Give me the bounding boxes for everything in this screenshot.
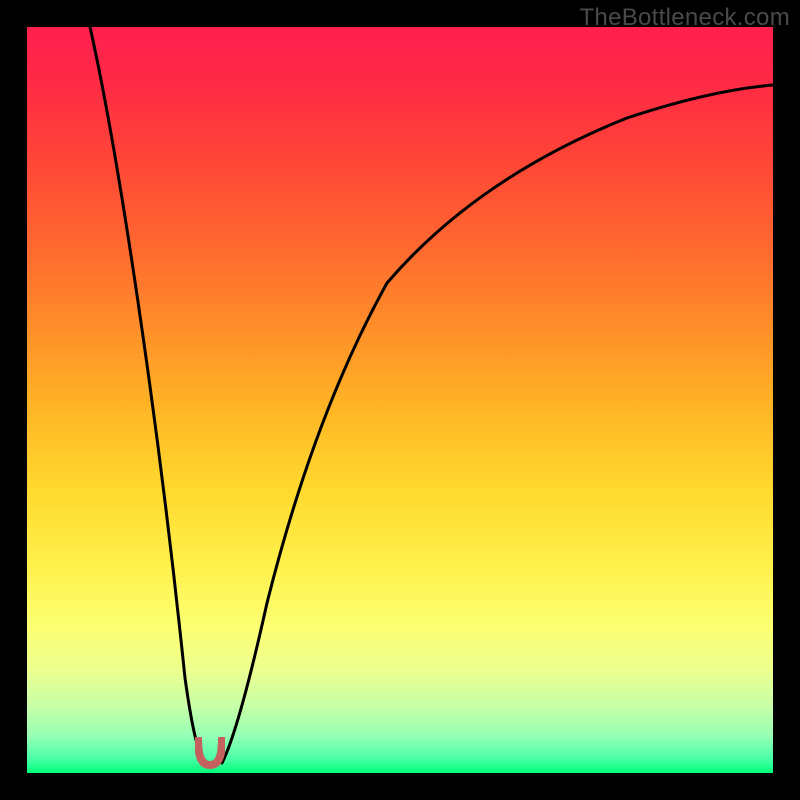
chart-frame: TheBottleneck.com [0, 0, 800, 800]
bottleneck-curve [27, 27, 773, 773]
plot-area [27, 27, 773, 773]
